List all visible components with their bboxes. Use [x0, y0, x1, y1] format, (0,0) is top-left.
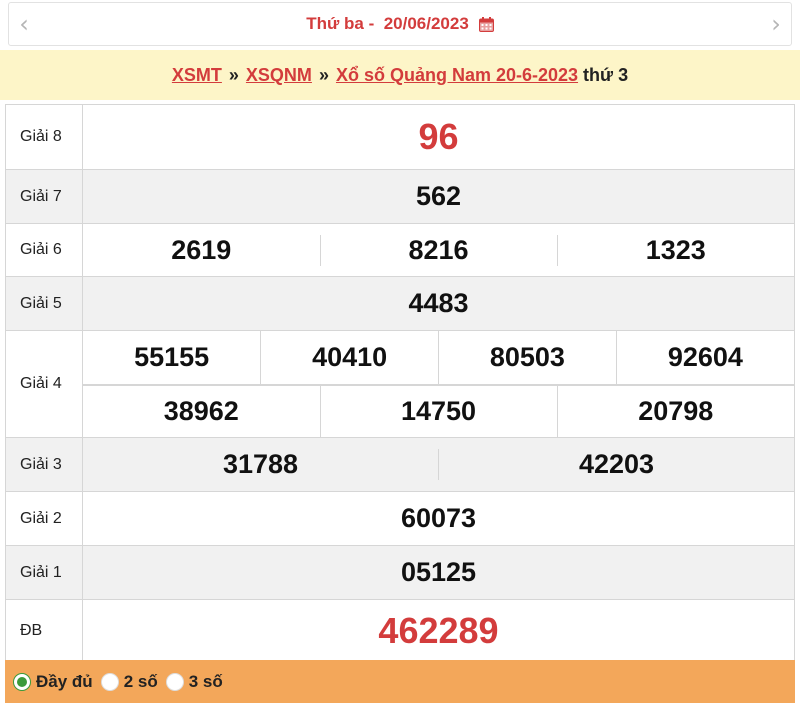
- prize-label: Giải 6: [5, 223, 83, 277]
- radio-icon[interactable]: [100, 672, 119, 691]
- results-table: Giải 8 96 Giải 7 562 Giải 6 2619 8216 13…: [5, 104, 795, 662]
- prize-row-7: Giải 7 562: [5, 169, 795, 224]
- option-full[interactable]: Đầy đủ: [13, 672, 93, 692]
- prize-number: 14750: [319, 384, 557, 437]
- prize-row-special: ĐB 462289: [5, 599, 795, 662]
- prize-number: 20798: [556, 384, 794, 437]
- prize-label: Giải 2: [5, 491, 83, 546]
- prize-label: Giải 7: [5, 169, 83, 224]
- prize-number: 80503: [438, 331, 617, 384]
- breadcrumb-separator: »: [318, 64, 329, 85]
- breadcrumb-link-xsqnm[interactable]: XSQNM: [246, 65, 312, 86]
- prize-number: 40410: [260, 331, 439, 384]
- prize-number: 4483: [82, 276, 795, 331]
- prize-row-2: Giải 2 60073: [5, 491, 795, 546]
- prize-number: 1323: [556, 234, 794, 266]
- prize-row-6: Giải 6 2619 8216 1323: [5, 223, 795, 277]
- option-label: 2 số: [123, 671, 158, 691]
- prize-label: Giải 3: [5, 437, 83, 492]
- prize-label: Giải 4: [5, 330, 83, 438]
- prize-label: Giải 5: [5, 276, 83, 331]
- chevron-right-icon[interactable]: ›: [761, 3, 791, 45]
- prize-number: 562: [82, 169, 795, 224]
- prize-number: 38962: [83, 384, 320, 437]
- prize-row-3: Giải 3 31788 42203: [5, 437, 795, 492]
- prize-label: ĐB: [5, 599, 83, 662]
- display-options: Đầy đủ 2 số 3 số: [5, 660, 795, 703]
- prize-row-5: Giải 5 4483: [5, 276, 795, 331]
- prize-label: Giải 8: [5, 104, 83, 170]
- prize-row-4: Giải 4 55155 40410 80503 92604 38962 147…: [5, 330, 795, 438]
- prize-number: 05125: [82, 545, 795, 600]
- breadcrumb-separator: »: [228, 64, 239, 85]
- breadcrumb-weekday: thứ 3: [583, 64, 629, 85]
- calendar-icon[interactable]: [478, 16, 494, 32]
- date-navigator: ‹ Thứ ba - 20/06/2023 ›: [8, 2, 792, 46]
- radio-icon[interactable]: [165, 672, 184, 691]
- prize-number-special: 462289: [82, 599, 795, 662]
- prize-number: 2619: [171, 234, 232, 265]
- breadcrumb-link-page[interactable]: Xổ số Quảng Nam 20-6-2023: [336, 65, 578, 86]
- option-label: Đầy đủ: [36, 671, 93, 691]
- prize-label: Giải 1: [5, 545, 83, 600]
- draw-date: Thứ ba - 20/06/2023: [306, 14, 469, 33]
- prize-number: 31788: [83, 449, 439, 480]
- breadcrumb: XSMT » XSQNM » Xổ số Quảng Nam 20-6-2023…: [0, 50, 800, 100]
- prize-number: 55155: [134, 341, 210, 372]
- prize-row-8: Giải 8 96: [5, 104, 795, 170]
- radio-checked-icon[interactable]: [13, 672, 31, 691]
- prize-number: 8216: [319, 234, 557, 266]
- prize-row-1: Giải 1 05125: [5, 545, 795, 600]
- chevron-left-icon[interactable]: ‹: [9, 3, 39, 45]
- prize-number: 42203: [438, 449, 794, 480]
- prize-number: 96: [82, 104, 795, 170]
- option-3-digits[interactable]: 3 số: [165, 671, 223, 692]
- prize-number: 60073: [82, 491, 795, 546]
- option-2-digits[interactable]: 2 số: [100, 671, 158, 692]
- breadcrumb-link-xsmt[interactable]: XSMT: [172, 65, 222, 86]
- prize-number: 92604: [615, 331, 794, 384]
- option-label: 3 số: [188, 671, 223, 691]
